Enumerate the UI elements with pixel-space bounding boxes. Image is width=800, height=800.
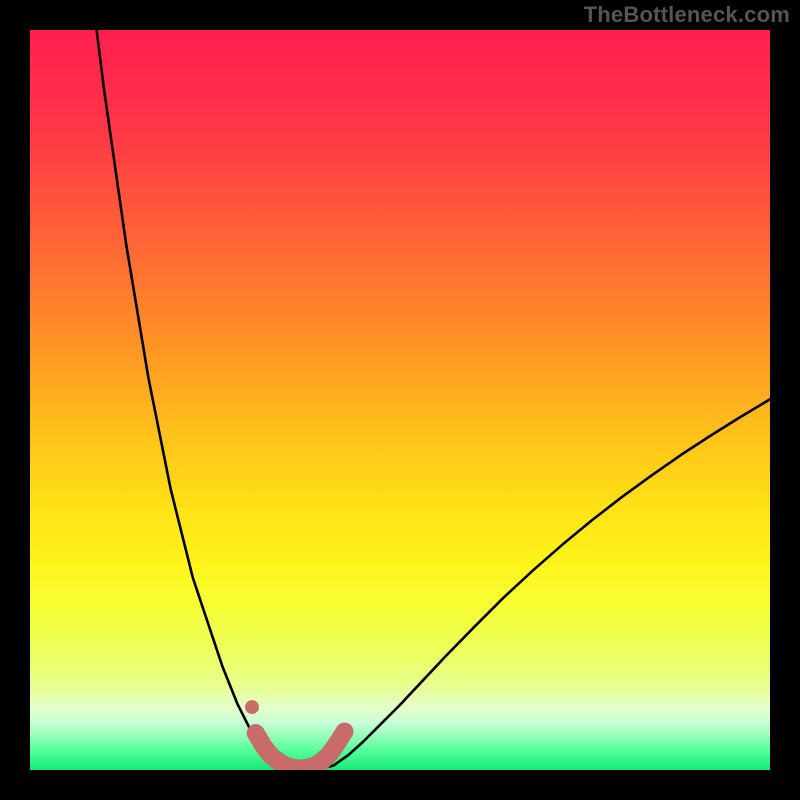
gradient-background — [30, 30, 770, 770]
watermark-text: TheBottleneck.com — [584, 2, 790, 28]
chart-plot-area — [30, 30, 770, 770]
highlight-dot — [245, 700, 259, 714]
chart-svg — [30, 30, 770, 770]
chart-frame: TheBottleneck.com — [0, 0, 800, 800]
